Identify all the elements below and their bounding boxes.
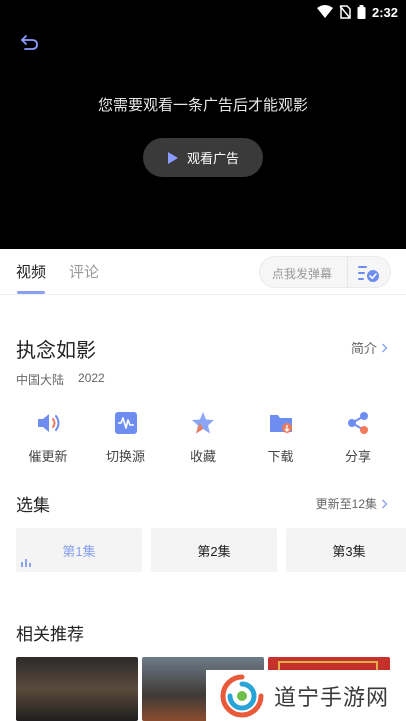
play-icon — [167, 151, 178, 164]
favorite-label: 收藏 — [189, 449, 216, 464]
download-label: 下载 — [267, 449, 294, 464]
intro-link[interactable]: 简介 — [351, 338, 388, 357]
chevron-right-icon — [382, 343, 388, 352]
watch-ad-button[interactable]: 观看广告 — [143, 138, 263, 177]
recommend-title: 相关推荐 — [16, 625, 84, 644]
episode-list: 第1集 第2集 第3集 — [16, 528, 406, 572]
waveform-icon — [114, 412, 137, 434]
episodes-update-link[interactable]: 更新至12集 — [316, 495, 388, 512]
show-year: 2022 — [78, 371, 105, 385]
back-icon[interactable] — [18, 33, 42, 53]
status-time: 2:32 — [371, 4, 398, 20]
action-bar: 催更新 切换源 收藏 下载 分享 — [16, 410, 390, 466]
download-button[interactable]: 下载 — [249, 410, 313, 466]
download-folder-icon — [269, 415, 292, 433]
status-bar: 2:32 — [316, 3, 398, 21]
show-title: 执念如影 — [16, 340, 96, 362]
battery-icon — [357, 5, 366, 19]
episode-label: 第1集 — [62, 543, 96, 559]
watermark-text: 道宁手游网 — [274, 684, 390, 710]
star-icon — [192, 412, 214, 434]
recommend-poster[interactable] — [16, 657, 138, 721]
request-update-button[interactable]: 催更新 — [16, 410, 80, 466]
tab-video[interactable]: 视频 — [16, 261, 46, 282]
danmu-settings-icon[interactable] — [357, 263, 381, 283]
active-tab-indicator — [17, 291, 45, 294]
show-meta: 中国大陆 2022 — [16, 371, 105, 388]
ad-message: 您需要观看一条广告后才能观影 — [97, 97, 308, 114]
site-watermark: 道宁手游网 — [206, 670, 406, 721]
speaker-icon — [38, 414, 60, 432]
switch-source-label: 切换源 — [105, 449, 145, 464]
video-player[interactable]: 2:32 您需要观看一条广告后才能观影 观看广告 — [0, 0, 406, 249]
show-region: 中国大陆 — [16, 373, 65, 387]
content-tabs: 视频 评论 点我发弹幕 — [0, 249, 406, 295]
wifi-icon — [316, 5, 333, 18]
watermark-logo-icon — [220, 674, 264, 717]
danmu-box: 点我发弹幕 — [259, 256, 391, 288]
episode-item-3[interactable]: 第3集 — [286, 528, 406, 572]
intro-label: 简介 — [350, 341, 377, 356]
episode-item-1[interactable]: 第1集 — [16, 528, 142, 572]
episode-item-2[interactable]: 第2集 — [151, 528, 277, 572]
share-icon — [348, 412, 368, 434]
episodes-title: 选集 — [16, 496, 50, 515]
share-label: 分享 — [344, 449, 371, 464]
watch-ad-label: 观看广告 — [186, 151, 239, 166]
chevron-right-icon — [382, 499, 388, 508]
share-button[interactable]: 分享 — [326, 410, 390, 466]
switch-source-button[interactable]: 切换源 — [94, 410, 158, 466]
favorite-button[interactable]: 收藏 — [171, 410, 235, 466]
episode-label: 第3集 — [332, 543, 366, 559]
episode-label: 第2集 — [197, 543, 231, 559]
danmu-divider — [347, 257, 348, 287]
episodes-update-text: 更新至12集 — [315, 497, 377, 511]
playing-icon — [21, 559, 31, 567]
tab-comments[interactable]: 评论 — [69, 261, 99, 282]
danmu-input[interactable]: 点我发弹幕 — [272, 265, 332, 282]
request-update-label: 催更新 — [28, 449, 68, 464]
no-sim-icon — [339, 5, 351, 19]
